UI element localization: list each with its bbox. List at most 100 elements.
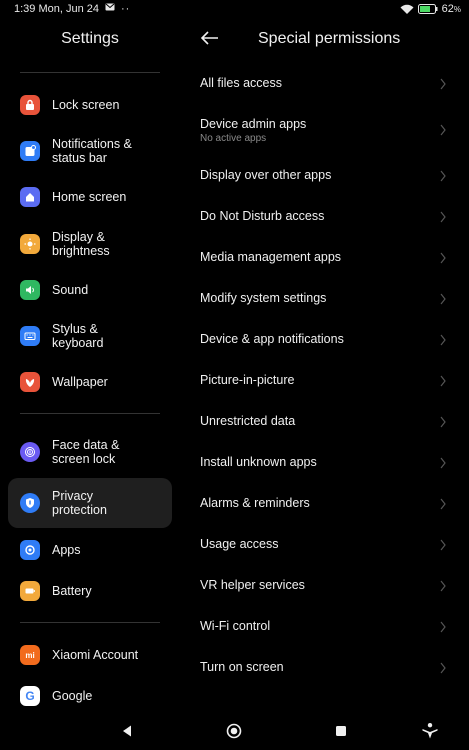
- chevron-right-icon: [440, 662, 446, 674]
- chevron-right-icon: [440, 580, 446, 592]
- permission-label: Display over other apps: [200, 168, 332, 182]
- permission-device-admin-apps[interactable]: Device admin apps No active apps: [180, 105, 469, 155]
- status-right: 62%: [400, 3, 461, 15]
- chevron-right-icon: [440, 211, 446, 223]
- status-time: 1:39 Mon, Jun 24: [14, 3, 100, 15]
- status-bar: 1:39 Mon, Jun 24 ·· 62%: [0, 0, 469, 20]
- sidebar-item-display[interactable]: Display & brightness: [8, 224, 172, 264]
- chevron-right-icon: [440, 170, 446, 182]
- battery-icon: [20, 581, 40, 601]
- permission-all-files-access[interactable]: All files access: [180, 64, 469, 105]
- sidebar-item-label: Battery: [52, 584, 92, 598]
- permission-media-management[interactable]: Media management apps: [180, 238, 469, 279]
- permission-label: Turn on screen: [200, 660, 284, 674]
- brightness-icon: [20, 234, 40, 254]
- permission-label: Picture-in-picture: [200, 373, 295, 387]
- back-arrow-icon[interactable]: [198, 28, 220, 48]
- status-left: 1:39 Mon, Jun 24 ··: [14, 3, 130, 15]
- permission-label: Usage access: [200, 537, 279, 551]
- permission-label: Modify system settings: [200, 291, 327, 305]
- back-icon[interactable]: [116, 720, 138, 742]
- message-icon: [105, 3, 115, 15]
- sidebar-item-label: Face data & screen lock: [52, 438, 120, 466]
- divider: [20, 72, 160, 73]
- accessibility-icon[interactable]: [419, 720, 441, 742]
- sidebar-item-xiaomi-account[interactable]: mi Xiaomi Account: [8, 635, 172, 675]
- sidebar-item-lock-screen[interactable]: Lock screen: [8, 85, 172, 125]
- battery-percent: 62%: [441, 3, 461, 15]
- shield-icon: [20, 493, 40, 513]
- sidebar-item-battery[interactable]: Battery: [8, 571, 172, 611]
- permission-wifi-control[interactable]: Wi-Fi control: [180, 607, 469, 648]
- permission-sublabel: No active apps: [200, 133, 267, 144]
- sidebar-item-stylus-keyboard[interactable]: Stylus & keyboard: [8, 316, 172, 356]
- permission-usage-access[interactable]: Usage access: [180, 525, 469, 566]
- chevron-right-icon: [440, 124, 446, 136]
- chevron-right-icon: [440, 416, 446, 428]
- settings-sidebar: Settings Lock screen Notifications & sta…: [0, 20, 180, 710]
- more-notifications-icon: ··: [121, 3, 131, 15]
- sidebar-item-label: Home screen: [52, 190, 127, 204]
- sidebar-item-label: Display & brightness: [52, 230, 110, 258]
- wifi-icon: [400, 4, 414, 15]
- permission-label: Alarms & reminders: [200, 496, 310, 510]
- permission-device-app-notifications[interactable]: Device & app notifications: [180, 320, 469, 361]
- sidebar-item-wallpaper[interactable]: Wallpaper: [8, 362, 172, 402]
- permission-label: All files access: [200, 76, 282, 90]
- settings-title: Settings: [61, 30, 119, 47]
- chevron-right-icon: [440, 457, 446, 469]
- sidebar-item-label: Notifications & status bar: [52, 137, 132, 165]
- divider: [20, 622, 160, 623]
- chevron-right-icon: [440, 539, 446, 551]
- home-icon: [20, 187, 40, 207]
- google-icon: G: [20, 686, 40, 706]
- speaker-icon: [20, 280, 40, 300]
- permission-label: Device & app notifications: [200, 332, 344, 346]
- permission-display-over-apps[interactable]: Display over other apps: [180, 156, 469, 197]
- battery-icon: [417, 4, 438, 14]
- permission-label: Media management apps: [200, 250, 342, 264]
- wallpaper-icon: [20, 372, 40, 392]
- lock-icon: [20, 95, 40, 115]
- mi-icon: mi: [20, 645, 40, 665]
- permission-label: Device admin apps: [200, 117, 307, 131]
- permission-do-not-disturb[interactable]: Do Not Disturb access: [180, 197, 469, 238]
- sidebar-item-face-data[interactable]: Face data & screen lock: [8, 432, 172, 472]
- sidebar-item-label: Stylus & keyboard: [52, 322, 104, 350]
- sidebar-item-privacy[interactable]: Privacy protection: [8, 478, 172, 528]
- permission-label: Install unknown apps: [200, 455, 317, 469]
- chevron-right-icon: [440, 252, 446, 264]
- permission-label: Unrestricted data: [200, 414, 296, 428]
- fingerprint-icon: [20, 442, 40, 462]
- permission-install-unknown-apps[interactable]: Install unknown apps: [180, 443, 469, 484]
- sidebar-item-label: Wallpaper: [52, 375, 108, 389]
- recents-icon[interactable]: [330, 720, 352, 742]
- chevron-right-icon: [440, 78, 446, 90]
- chevron-right-icon: [440, 375, 446, 387]
- permission-alarms-reminders[interactable]: Alarms & reminders: [180, 484, 469, 525]
- permission-modify-system-settings[interactable]: Modify system settings: [180, 279, 469, 320]
- sidebar-item-label: Apps: [52, 543, 81, 557]
- permission-turn-on-screen[interactable]: Turn on screen: [180, 648, 469, 689]
- permission-vr-helper[interactable]: VR helper services: [180, 566, 469, 607]
- sidebar-item-label: Sound: [52, 283, 89, 297]
- sidebar-item-home-screen[interactable]: Home screen: [8, 177, 172, 217]
- permission-label: Wi-Fi control: [200, 619, 271, 633]
- sidebar-item-label: Google: [52, 689, 93, 703]
- sidebar-item-label: Xiaomi Account: [52, 648, 139, 662]
- sidebar-item-notifications[interactable]: Notifications & status bar: [8, 131, 172, 171]
- chevron-right-icon: [440, 293, 446, 305]
- keyboard-icon: [20, 326, 40, 346]
- sidebar-item-sound[interactable]: Sound: [8, 270, 172, 310]
- sidebar-item-apps[interactable]: Apps: [8, 530, 172, 570]
- page-title: Special permissions: [258, 30, 401, 47]
- chevron-right-icon: [440, 621, 446, 633]
- notification-icon: [20, 141, 40, 161]
- home-icon[interactable]: [223, 720, 245, 742]
- special-permissions-pane: Special permissions All files access Dev…: [180, 20, 469, 710]
- sidebar-item-label: Lock screen: [52, 98, 120, 112]
- permission-unrestricted-data[interactable]: Unrestricted data: [180, 402, 469, 443]
- permission-picture-in-picture[interactable]: Picture-in-picture: [180, 361, 469, 402]
- navigation-bar: [0, 710, 469, 750]
- apps-icon: [20, 540, 40, 560]
